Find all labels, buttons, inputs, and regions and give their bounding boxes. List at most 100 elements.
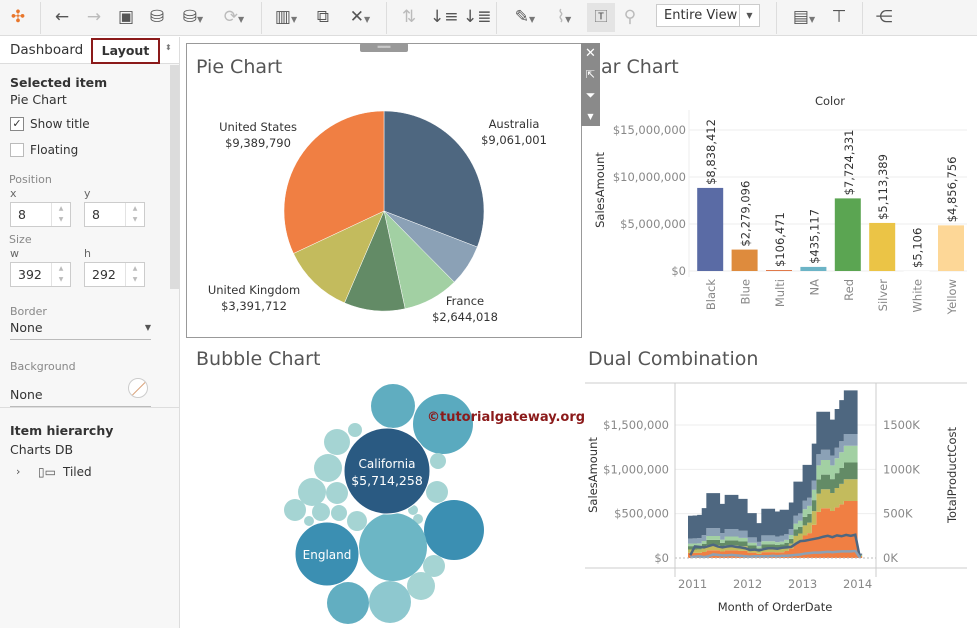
pause-updates-icon[interactable]: ⛁▼ <box>178 6 208 28</box>
x-tick-label: 2012 <box>733 577 762 591</box>
tab-layout[interactable]: Layout <box>91 38 160 64</box>
bar-chart-title: Bar Chart <box>588 56 679 78</box>
x-tick-label: Blue <box>739 279 753 304</box>
bubble <box>430 453 446 469</box>
bubble-chart-title: Bubble Chart <box>196 348 320 370</box>
tab-scroll-icon[interactable]: ⬍ <box>165 43 172 52</box>
dual-combination-chart: $00K$500,000500K$1,000,0001000K$1,500,00… <box>585 380 977 625</box>
y-tick-label: $500,000 <box>614 507 669 521</box>
duplicate-icon[interactable]: ⧉ <box>312 6 334 28</box>
save-icon[interactable]: ▣ <box>116 6 136 28</box>
x-input[interactable]: 8▲▼ <box>10 202 71 227</box>
show-labels-icon[interactable]: 🅃 <box>587 3 615 32</box>
h-label: h <box>84 247 91 260</box>
background-label: Background <box>10 360 76 373</box>
bubble <box>327 582 369 624</box>
bubble <box>413 394 473 454</box>
show-me-icon[interactable]: ▤▼ <box>787 6 821 28</box>
bar-value-label: $106,471 <box>773 212 787 267</box>
selected-item-heading: Selected item <box>10 75 107 90</box>
bubble <box>304 516 314 526</box>
position-label: Position <box>9 173 52 186</box>
bar-value-label: $5,106 <box>911 228 925 268</box>
annotate-icon[interactable]: ⌇▼ <box>547 6 581 28</box>
bubble <box>359 513 427 581</box>
x-tick-label: Yellow <box>945 279 959 315</box>
bar-chart: Color$0$5,000,000$10,000,000$15,000,000S… <box>585 85 977 325</box>
pin-icon[interactable]: ⚲ <box>620 6 640 28</box>
tab-dashboard[interactable]: Dashboard <box>10 42 83 58</box>
swap-icon[interactable]: ⇅ <box>398 6 420 28</box>
h-input[interactable]: 292▲▼ <box>84 262 145 287</box>
y-tick-label: $0 <box>671 264 686 278</box>
bubble <box>426 481 448 503</box>
bar-value-label: $2,279,096 <box>739 181 753 247</box>
y2-tick-label: 0K <box>883 551 898 565</box>
share-icon[interactable]: ⋲ <box>873 6 895 28</box>
panel-scrollbar[interactable] <box>170 65 179 289</box>
y2-tick-label: 1000K <box>883 462 920 476</box>
bar <box>938 225 964 271</box>
sort-descending-icon[interactable]: ↓≣ <box>463 6 485 28</box>
chevron-right-icon[interactable]: › <box>16 465 20 478</box>
h-stepper[interactable]: ▲▼ <box>125 263 144 286</box>
floating-checkbox[interactable] <box>10 143 24 157</box>
toolbar: ✣ ← → ▣ ⛁ ⛁▼ ⟳▼ ▥▼ ⧉ ✕▼ ⇅ ↓≡ ↓≣ ✎▼ ⌇▼ 🅃 … <box>0 0 977 36</box>
fit-view-select[interactable]: Entire View▼ <box>656 4 760 27</box>
pie-value-label: $2,644,018 <box>432 310 498 324</box>
new-worksheet-icon[interactable]: ▥▼ <box>270 6 302 28</box>
chevron-down-icon: ▼ <box>145 323 151 332</box>
new-datasource-icon[interactable]: ⛁ <box>147 6 167 28</box>
bubble <box>413 514 423 524</box>
x-stepper[interactable]: ▲▼ <box>51 203 70 226</box>
bar-value-label: $5,113,389 <box>876 154 890 220</box>
clear-sheet-icon[interactable]: ✕▼ <box>343 6 377 28</box>
tiled-container-icon: ▯▭ <box>38 465 56 479</box>
go-to-sheet-icon[interactable]: ⇱ <box>581 64 600 85</box>
forward-icon[interactable]: → <box>84 6 104 28</box>
bubble-label-california: California <box>359 457 416 471</box>
show-title-label: Show title <box>30 117 90 131</box>
tableau-logo-icon[interactable]: ✣ <box>8 6 28 28</box>
y-axis-title: SalesAmount <box>586 437 600 513</box>
bubble <box>407 572 435 600</box>
w-input[interactable]: 392▲▼ <box>10 262 71 287</box>
back-icon[interactable]: ← <box>52 6 72 28</box>
bubble <box>298 478 326 506</box>
presentation-icon[interactable]: ⊤ <box>828 6 850 28</box>
y-value: 8 <box>92 207 100 222</box>
sort-ascending-icon[interactable]: ↓≡ <box>430 6 452 28</box>
close-icon[interactable]: ✕ <box>581 43 600 64</box>
bubble <box>369 581 411 623</box>
floating-label: Floating <box>30 143 78 157</box>
refresh-icon[interactable]: ⟳▼ <box>217 6 251 28</box>
bar <box>697 188 723 271</box>
background-value: None <box>10 387 43 402</box>
y-tick-label: $0 <box>654 551 669 565</box>
y2-axis-title: TotalProductCost <box>945 426 959 524</box>
x-label: x <box>10 187 17 200</box>
y-input[interactable]: 8 ▲▼ <box>84 202 145 227</box>
check-icon: ✓ <box>12 117 21 130</box>
show-title-checkbox[interactable]: ✓ <box>10 117 24 131</box>
bubble-label-england: England <box>303 548 352 562</box>
bar-chart-header: Color <box>815 94 845 108</box>
w-stepper[interactable]: ▲▼ <box>51 263 70 286</box>
size-label: Size <box>9 233 32 246</box>
chevron-down-icon[interactable]: ▼ <box>739 5 759 26</box>
hierarchy-tiled[interactable]: Tiled <box>63 465 92 479</box>
border-select[interactable]: None▼ <box>10 320 151 340</box>
y-tick-label: $15,000,000 <box>613 123 686 137</box>
y-stepper[interactable]: ▲▼ <box>125 203 144 226</box>
drag-handle[interactable]: ═══ <box>360 43 408 52</box>
bubble-california <box>344 428 430 514</box>
dual-chart-title: Dual Combination <box>588 348 758 370</box>
pie-value-label: $9,389,790 <box>225 136 291 150</box>
x-tick-label: 2014 <box>843 577 872 591</box>
x-axis-title: Month of OrderDate <box>718 600 833 614</box>
bubble <box>423 555 445 577</box>
bar-value-label: $4,856,756 <box>945 156 959 222</box>
color-swatch-none-icon[interactable] <box>128 378 148 398</box>
highlight-icon[interactable]: ✎▼ <box>508 6 542 28</box>
bubble-value-california: $5,714,258 <box>351 473 423 488</box>
